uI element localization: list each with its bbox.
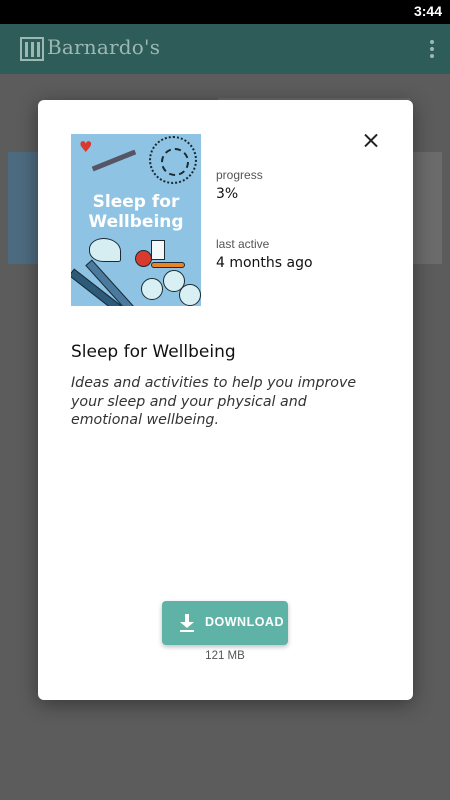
course-description: Ideas and activities to help you improve…: [71, 375, 357, 428]
pen-illustration: [91, 149, 137, 172]
carrot-illustration: [151, 262, 185, 268]
course-title: Sleep for Wellbeing: [71, 342, 236, 362]
heart-icon: ♥: [79, 138, 93, 156]
bird-illustration: [89, 238, 121, 262]
apple-illustration: [135, 250, 152, 267]
app-title: Barnardo's: [47, 35, 161, 59]
status-time: 3:44: [413, 3, 442, 19]
flower-illustration: [179, 284, 201, 306]
barnardos-logo-icon: [20, 37, 44, 61]
cover-title: Sleep for Wellbeing: [71, 192, 201, 232]
mandala-illustration: [149, 136, 197, 184]
download-button-label: DOWNLOAD: [205, 615, 284, 629]
status-bar: 3:44: [0, 0, 450, 24]
flower-illustration: [141, 278, 163, 300]
more-vert-icon[interactable]: [429, 40, 435, 60]
course-details-dialog: ♥ Sleep for Wellbeing progress 3% last a…: [38, 100, 413, 700]
last-active-label: last active: [216, 237, 270, 251]
cover-title-line2: Wellbeing: [88, 212, 184, 232]
download-button[interactable]: DOWNLOAD: [162, 601, 288, 645]
last-active-value: 4 months ago: [216, 255, 313, 271]
download-size: 121 MB: [205, 650, 245, 662]
cover-title-line1: Sleep for: [92, 192, 180, 212]
course-cover-image: ♥ Sleep for Wellbeing: [71, 134, 201, 306]
background-course-thumbnail: [8, 152, 38, 264]
download-icon: [179, 614, 195, 632]
app-bar: Barnardo's: [0, 24, 450, 74]
progress-label: progress: [216, 168, 263, 182]
close-icon[interactable]: [360, 130, 382, 152]
progress-value: 3%: [216, 186, 239, 202]
milk-glass-illustration: [151, 240, 165, 260]
